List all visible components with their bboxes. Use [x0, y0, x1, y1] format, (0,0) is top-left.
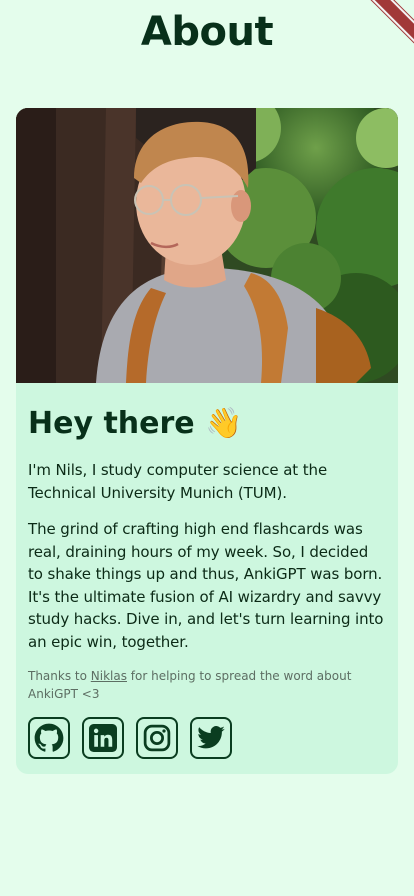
- github-icon: [34, 723, 64, 752]
- greeting-text: Hey there: [28, 406, 195, 441]
- twitter-icon: [197, 726, 225, 749]
- linkedin-icon: [89, 724, 117, 752]
- thanks-prefix: Thanks to: [28, 669, 91, 683]
- corner-ribbon[interactable]: [334, 0, 414, 80]
- github-button[interactable]: [28, 717, 70, 759]
- profile-photo: [16, 108, 398, 383]
- instagram-icon: [143, 724, 171, 752]
- intro-paragraph: I'm Nils, I study computer science at th…: [28, 461, 328, 502]
- story-paragraph: The grind of crafting high end flashcard…: [28, 520, 384, 651]
- twitter-button[interactable]: [190, 717, 232, 759]
- ribbon-band: [356, 0, 414, 70]
- social-links: [28, 717, 386, 759]
- niklas-link[interactable]: Niklas: [91, 669, 127, 683]
- thanks-note: Thanks to Niklas for helping to spread t…: [28, 667, 386, 703]
- waving-hand-icon: 👋: [205, 406, 243, 441]
- about-card: Hey there 👋 I'm Nils, I study computer s…: [16, 108, 398, 774]
- card-body: Hey there 👋 I'm Nils, I study computer s…: [16, 405, 398, 759]
- instagram-button[interactable]: [136, 717, 178, 759]
- linkedin-button[interactable]: [82, 717, 124, 759]
- greeting-heading: Hey there 👋: [28, 405, 386, 443]
